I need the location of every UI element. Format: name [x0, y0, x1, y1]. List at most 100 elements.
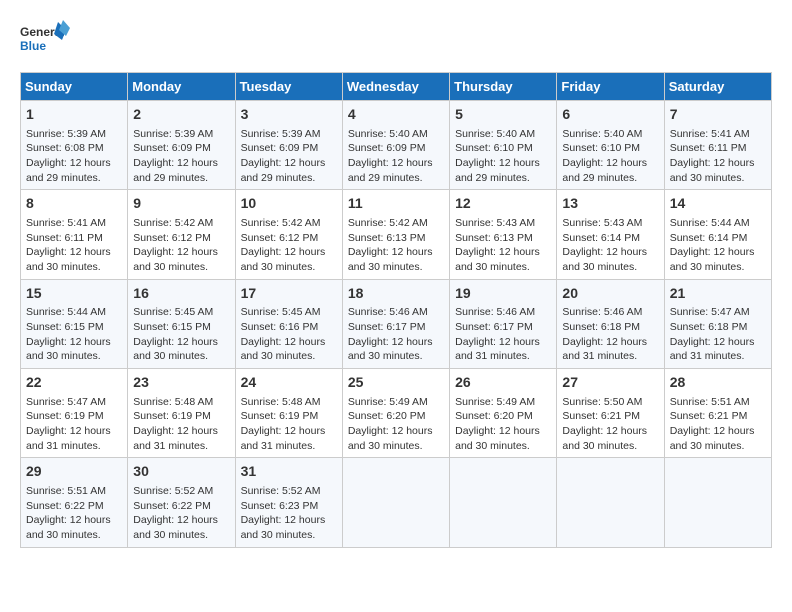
day-number: 30: [133, 462, 229, 482]
calendar-cell: 13Sunrise: 5:43 AMSunset: 6:14 PMDayligh…: [557, 190, 664, 279]
calendar-cell: 6Sunrise: 5:40 AMSunset: 6:10 PMDaylight…: [557, 101, 664, 190]
calendar-cell: 19Sunrise: 5:46 AMSunset: 6:17 PMDayligh…: [450, 279, 557, 368]
day-number: 2: [133, 105, 229, 125]
day-info: Sunrise: 5:45 AMSunset: 6:15 PMDaylight:…: [133, 305, 229, 364]
calendar-cell: 11Sunrise: 5:42 AMSunset: 6:13 PMDayligh…: [342, 190, 449, 279]
calendar-cell: 18Sunrise: 5:46 AMSunset: 6:17 PMDayligh…: [342, 279, 449, 368]
day-number: 26: [455, 373, 551, 393]
day-number: 22: [26, 373, 122, 393]
day-info: Sunrise: 5:52 AMSunset: 6:23 PMDaylight:…: [241, 484, 337, 543]
calendar-cell: [342, 458, 449, 547]
day-number: 31: [241, 462, 337, 482]
calendar-cell: 23Sunrise: 5:48 AMSunset: 6:19 PMDayligh…: [128, 369, 235, 458]
day-info: Sunrise: 5:46 AMSunset: 6:18 PMDaylight:…: [562, 305, 658, 364]
calendar-cell: 7Sunrise: 5:41 AMSunset: 6:11 PMDaylight…: [664, 101, 771, 190]
calendar-cell: 10Sunrise: 5:42 AMSunset: 6:12 PMDayligh…: [235, 190, 342, 279]
calendar-body: 1Sunrise: 5:39 AMSunset: 6:08 PMDaylight…: [21, 101, 772, 548]
calendar-cell: 9Sunrise: 5:42 AMSunset: 6:12 PMDaylight…: [128, 190, 235, 279]
day-number: 25: [348, 373, 444, 393]
day-number: 7: [670, 105, 766, 125]
calendar-cell: 27Sunrise: 5:50 AMSunset: 6:21 PMDayligh…: [557, 369, 664, 458]
calendar-week-row: 15Sunrise: 5:44 AMSunset: 6:15 PMDayligh…: [21, 279, 772, 368]
day-info: Sunrise: 5:47 AMSunset: 6:18 PMDaylight:…: [670, 305, 766, 364]
calendar-cell: 26Sunrise: 5:49 AMSunset: 6:20 PMDayligh…: [450, 369, 557, 458]
svg-text:Blue: Blue: [20, 39, 46, 53]
logo: General Blue: [20, 20, 70, 64]
day-info: Sunrise: 5:47 AMSunset: 6:19 PMDaylight:…: [26, 395, 122, 454]
calendar-header-thursday: Thursday: [450, 73, 557, 101]
day-number: 10: [241, 194, 337, 214]
calendar-cell: 2Sunrise: 5:39 AMSunset: 6:09 PMDaylight…: [128, 101, 235, 190]
calendar-cell: 1Sunrise: 5:39 AMSunset: 6:08 PMDaylight…: [21, 101, 128, 190]
day-info: Sunrise: 5:42 AMSunset: 6:12 PMDaylight:…: [241, 216, 337, 275]
day-info: Sunrise: 5:51 AMSunset: 6:21 PMDaylight:…: [670, 395, 766, 454]
calendar-header-wednesday: Wednesday: [342, 73, 449, 101]
calendar-cell: 4Sunrise: 5:40 AMSunset: 6:09 PMDaylight…: [342, 101, 449, 190]
calendar-cell: 31Sunrise: 5:52 AMSunset: 6:23 PMDayligh…: [235, 458, 342, 547]
day-info: Sunrise: 5:43 AMSunset: 6:14 PMDaylight:…: [562, 216, 658, 275]
day-number: 28: [670, 373, 766, 393]
calendar-cell: 22Sunrise: 5:47 AMSunset: 6:19 PMDayligh…: [21, 369, 128, 458]
calendar-cell: 5Sunrise: 5:40 AMSunset: 6:10 PMDaylight…: [450, 101, 557, 190]
day-info: Sunrise: 5:50 AMSunset: 6:21 PMDaylight:…: [562, 395, 658, 454]
day-number: 23: [133, 373, 229, 393]
calendar-header-monday: Monday: [128, 73, 235, 101]
calendar-cell: 14Sunrise: 5:44 AMSunset: 6:14 PMDayligh…: [664, 190, 771, 279]
logo-svg: General Blue: [20, 20, 70, 64]
day-number: 11: [348, 194, 444, 214]
day-number: 1: [26, 105, 122, 125]
day-info: Sunrise: 5:39 AMSunset: 6:08 PMDaylight:…: [26, 127, 122, 186]
day-info: Sunrise: 5:46 AMSunset: 6:17 PMDaylight:…: [348, 305, 444, 364]
day-info: Sunrise: 5:42 AMSunset: 6:12 PMDaylight:…: [133, 216, 229, 275]
day-number: 24: [241, 373, 337, 393]
calendar-cell: 30Sunrise: 5:52 AMSunset: 6:22 PMDayligh…: [128, 458, 235, 547]
calendar-header-sunday: Sunday: [21, 73, 128, 101]
day-info: Sunrise: 5:42 AMSunset: 6:13 PMDaylight:…: [348, 216, 444, 275]
calendar-week-row: 29Sunrise: 5:51 AMSunset: 6:22 PMDayligh…: [21, 458, 772, 547]
header: General Blue: [20, 20, 772, 64]
calendar-cell: 28Sunrise: 5:51 AMSunset: 6:21 PMDayligh…: [664, 369, 771, 458]
calendar-week-row: 22Sunrise: 5:47 AMSunset: 6:19 PMDayligh…: [21, 369, 772, 458]
day-info: Sunrise: 5:39 AMSunset: 6:09 PMDaylight:…: [133, 127, 229, 186]
day-info: Sunrise: 5:41 AMSunset: 6:11 PMDaylight:…: [670, 127, 766, 186]
calendar-header-saturday: Saturday: [664, 73, 771, 101]
day-number: 3: [241, 105, 337, 125]
calendar-cell: 12Sunrise: 5:43 AMSunset: 6:13 PMDayligh…: [450, 190, 557, 279]
day-number: 13: [562, 194, 658, 214]
day-info: Sunrise: 5:40 AMSunset: 6:09 PMDaylight:…: [348, 127, 444, 186]
calendar-week-row: 8Sunrise: 5:41 AMSunset: 6:11 PMDaylight…: [21, 190, 772, 279]
day-number: 29: [26, 462, 122, 482]
day-info: Sunrise: 5:45 AMSunset: 6:16 PMDaylight:…: [241, 305, 337, 364]
day-info: Sunrise: 5:52 AMSunset: 6:22 PMDaylight:…: [133, 484, 229, 543]
day-info: Sunrise: 5:44 AMSunset: 6:15 PMDaylight:…: [26, 305, 122, 364]
calendar-header-tuesday: Tuesday: [235, 73, 342, 101]
day-number: 21: [670, 284, 766, 304]
day-info: Sunrise: 5:43 AMSunset: 6:13 PMDaylight:…: [455, 216, 551, 275]
calendar-cell: 21Sunrise: 5:47 AMSunset: 6:18 PMDayligh…: [664, 279, 771, 368]
calendar-cell: 25Sunrise: 5:49 AMSunset: 6:20 PMDayligh…: [342, 369, 449, 458]
calendar-cell: [557, 458, 664, 547]
calendar-cell: [664, 458, 771, 547]
calendar-cell: 8Sunrise: 5:41 AMSunset: 6:11 PMDaylight…: [21, 190, 128, 279]
day-number: 27: [562, 373, 658, 393]
calendar-week-row: 1Sunrise: 5:39 AMSunset: 6:08 PMDaylight…: [21, 101, 772, 190]
day-info: Sunrise: 5:51 AMSunset: 6:22 PMDaylight:…: [26, 484, 122, 543]
day-info: Sunrise: 5:44 AMSunset: 6:14 PMDaylight:…: [670, 216, 766, 275]
day-number: 17: [241, 284, 337, 304]
calendar-cell: 15Sunrise: 5:44 AMSunset: 6:15 PMDayligh…: [21, 279, 128, 368]
day-number: 8: [26, 194, 122, 214]
calendar-cell: 29Sunrise: 5:51 AMSunset: 6:22 PMDayligh…: [21, 458, 128, 547]
day-number: 19: [455, 284, 551, 304]
calendar-cell: 20Sunrise: 5:46 AMSunset: 6:18 PMDayligh…: [557, 279, 664, 368]
day-number: 5: [455, 105, 551, 125]
calendar-header-friday: Friday: [557, 73, 664, 101]
day-number: 4: [348, 105, 444, 125]
day-info: Sunrise: 5:49 AMSunset: 6:20 PMDaylight:…: [348, 395, 444, 454]
day-number: 20: [562, 284, 658, 304]
calendar-cell: 24Sunrise: 5:48 AMSunset: 6:19 PMDayligh…: [235, 369, 342, 458]
calendar-cell: 16Sunrise: 5:45 AMSunset: 6:15 PMDayligh…: [128, 279, 235, 368]
day-info: Sunrise: 5:49 AMSunset: 6:20 PMDaylight:…: [455, 395, 551, 454]
day-number: 15: [26, 284, 122, 304]
calendar-cell: 17Sunrise: 5:45 AMSunset: 6:16 PMDayligh…: [235, 279, 342, 368]
day-info: Sunrise: 5:48 AMSunset: 6:19 PMDaylight:…: [133, 395, 229, 454]
